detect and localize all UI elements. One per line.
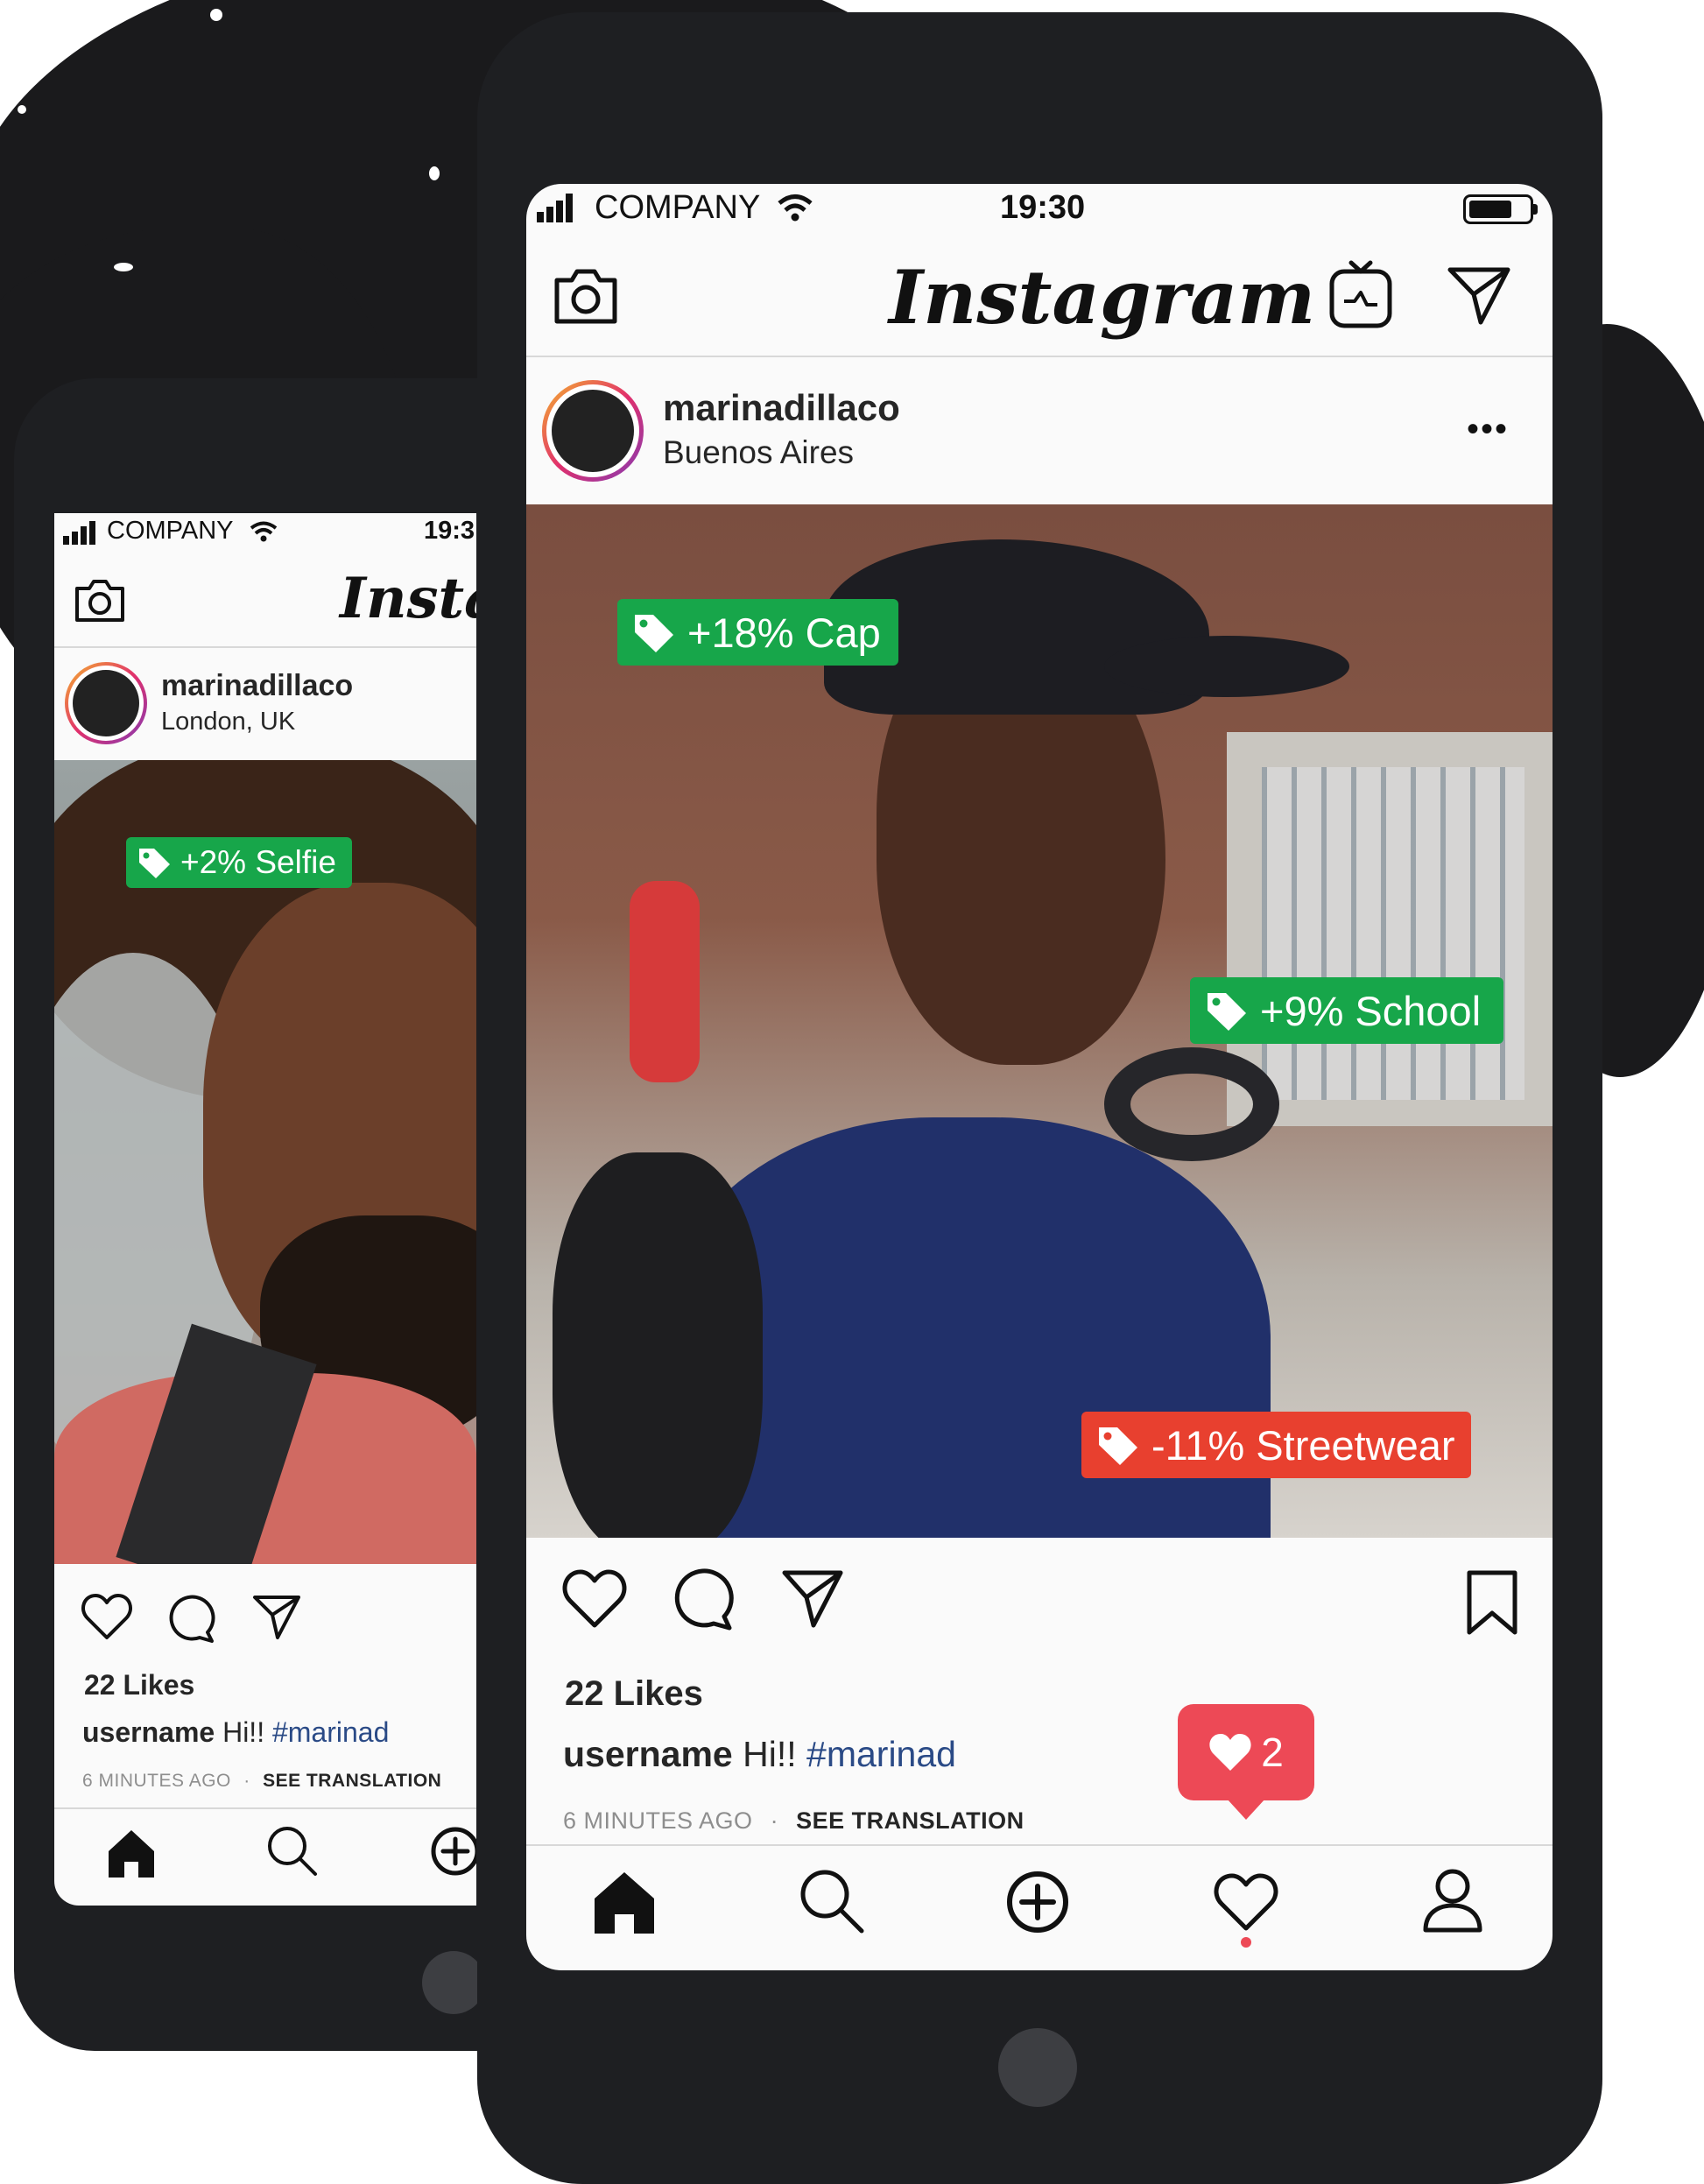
post-photo[interactable]: +2% Selfie: [54, 760, 476, 1564]
camera-icon[interactable]: [553, 264, 619, 326]
direct-message-icon[interactable]: [1446, 264, 1512, 326]
window-grille-shape: [1262, 767, 1524, 1100]
cap-brim-shape: [1104, 636, 1349, 697]
shop-tag[interactable]: +18% Cap: [617, 599, 898, 666]
shop-tag-label: +18% Cap: [687, 609, 881, 656]
battery-icon: [1463, 194, 1538, 224]
igtv-icon[interactable]: [1328, 259, 1393, 329]
shop-tag-label: +2% Selfie: [180, 844, 336, 880]
post-time-ago: 6 MINUTES AGO: [563, 1807, 753, 1834]
share-icon[interactable]: [251, 1592, 302, 1641]
home-icon[interactable]: [591, 1869, 658, 1935]
see-translation-link[interactable]: SEE TRANSLATION: [796, 1807, 1025, 1834]
hoodie-print-shape: [982, 1258, 1262, 1433]
signal-icon: [537, 193, 581, 222]
avatar[interactable]: [65, 662, 147, 744]
instagram-logo: Instagram: [889, 254, 1316, 341]
carrier-name: COMPANY: [107, 517, 234, 545]
post-time-ago: 6 MINUTES AGO: [82, 1771, 231, 1791]
post-location[interactable]: Buenos Aires: [663, 434, 854, 471]
front-phone-home-button[interactable]: [998, 2028, 1077, 2107]
comment-icon[interactable]: [166, 1594, 217, 1643]
caption-text: Hi!!: [222, 1716, 265, 1748]
ink-speck: [429, 166, 440, 180]
activity-heart-icon[interactable]: [1213, 1872, 1279, 1932]
like-heart-icon[interactable]: [561, 1568, 628, 1629]
bookmark-icon[interactable]: [1465, 1569, 1519, 1636]
likes-count[interactable]: 22 Likes: [84, 1669, 194, 1701]
signal-icon: [63, 520, 102, 545]
instagram-logo: Instag: [340, 566, 476, 631]
ink-speck: [18, 105, 26, 114]
back-phone-home-button[interactable]: [422, 1951, 485, 2014]
carrier-name: COMPANY: [595, 189, 761, 226]
post-photo[interactable]: +18% Cap +9% School -11% Streetwear: [526, 504, 1553, 1538]
caption-username[interactable]: username: [82, 1716, 215, 1748]
front-phone-screen: COMPANY 19:30 Instagram marinadillaco Bu…: [526, 184, 1553, 1970]
caption-hashtag[interactable]: #marinad: [272, 1716, 389, 1748]
comment-icon[interactable]: [672, 1568, 736, 1631]
add-post-icon[interactable]: [429, 1825, 476, 1878]
caption-hashtag[interactable]: #marinad: [806, 1734, 956, 1774]
like-heart-icon[interactable]: [81, 1592, 133, 1641]
activity-indicator-dot: [1241, 1937, 1251, 1948]
price-tag-icon: [1208, 993, 1246, 1031]
meta-separator: ·: [243, 1771, 250, 1791]
see-translation-link[interactable]: SEE TRANSLATION: [263, 1771, 441, 1791]
back-phone-screen: COMPANY 19:3 Instag marinadillaco London…: [54, 513, 476, 1906]
shop-tag-label: +9% School: [1260, 987, 1482, 1034]
heart-icon: [1209, 1734, 1251, 1771]
header-divider: [526, 356, 1553, 357]
activity-notification-bubble[interactable]: 2: [1178, 1704, 1314, 1820]
post-caption: username Hi!! #marinad: [563, 1734, 956, 1775]
headphones-shape: [1104, 1047, 1279, 1161]
backpack-shape: [553, 1152, 763, 1538]
post-meta: 6 MINUTES AGO · SEE TRANSLATION: [82, 1771, 441, 1792]
more-options-button[interactable]: •••: [1467, 410, 1509, 449]
status-time: 19:3: [424, 517, 475, 545]
post-username[interactable]: marinadillaco: [161, 669, 353, 703]
camera-icon[interactable]: [74, 576, 126, 623]
post-location[interactable]: London, UK: [161, 708, 295, 736]
ink-speck: [210, 9, 222, 21]
price-tag-icon: [1099, 1427, 1137, 1465]
background-person-shape: [630, 881, 700, 1082]
post-username[interactable]: marinadillaco: [663, 387, 900, 429]
price-tag-icon: [139, 849, 170, 878]
header-divider: [54, 646, 476, 648]
post-meta: 6 MINUTES AGO · SEE TRANSLATION: [563, 1807, 1025, 1835]
ink-speck: [114, 263, 133, 271]
shop-tag[interactable]: -11% Streetwear: [1081, 1412, 1471, 1478]
likes-count[interactable]: 22 Likes: [565, 1674, 703, 1714]
post-caption: username Hi!! #marinad: [82, 1716, 389, 1749]
caption-text: Hi!!: [743, 1734, 797, 1774]
status-time: 19:30: [1000, 189, 1086, 226]
notification-count: 2: [1261, 1730, 1284, 1775]
add-post-icon[interactable]: [1004, 1869, 1071, 1935]
nav-divider: [526, 1844, 1553, 1846]
caption-username[interactable]: username: [563, 1734, 733, 1774]
meta-separator: ·: [770, 1807, 779, 1834]
wifi-icon: [250, 521, 278, 542]
shop-tag-label: -11% Streetwear: [1151, 1421, 1455, 1469]
search-icon[interactable]: [264, 1823, 319, 1878]
nav-divider: [54, 1807, 476, 1809]
avatar[interactable]: [542, 380, 644, 482]
price-tag-icon: [635, 615, 673, 652]
profile-icon[interactable]: [1421, 1867, 1484, 1934]
search-icon[interactable]: [796, 1865, 866, 1935]
shop-tag[interactable]: +2% Selfie: [126, 837, 352, 888]
home-icon[interactable]: [105, 1827, 158, 1879]
share-icon[interactable]: [780, 1568, 845, 1629]
wifi-icon: [778, 194, 813, 222]
shop-tag[interactable]: +9% School: [1190, 977, 1504, 1044]
